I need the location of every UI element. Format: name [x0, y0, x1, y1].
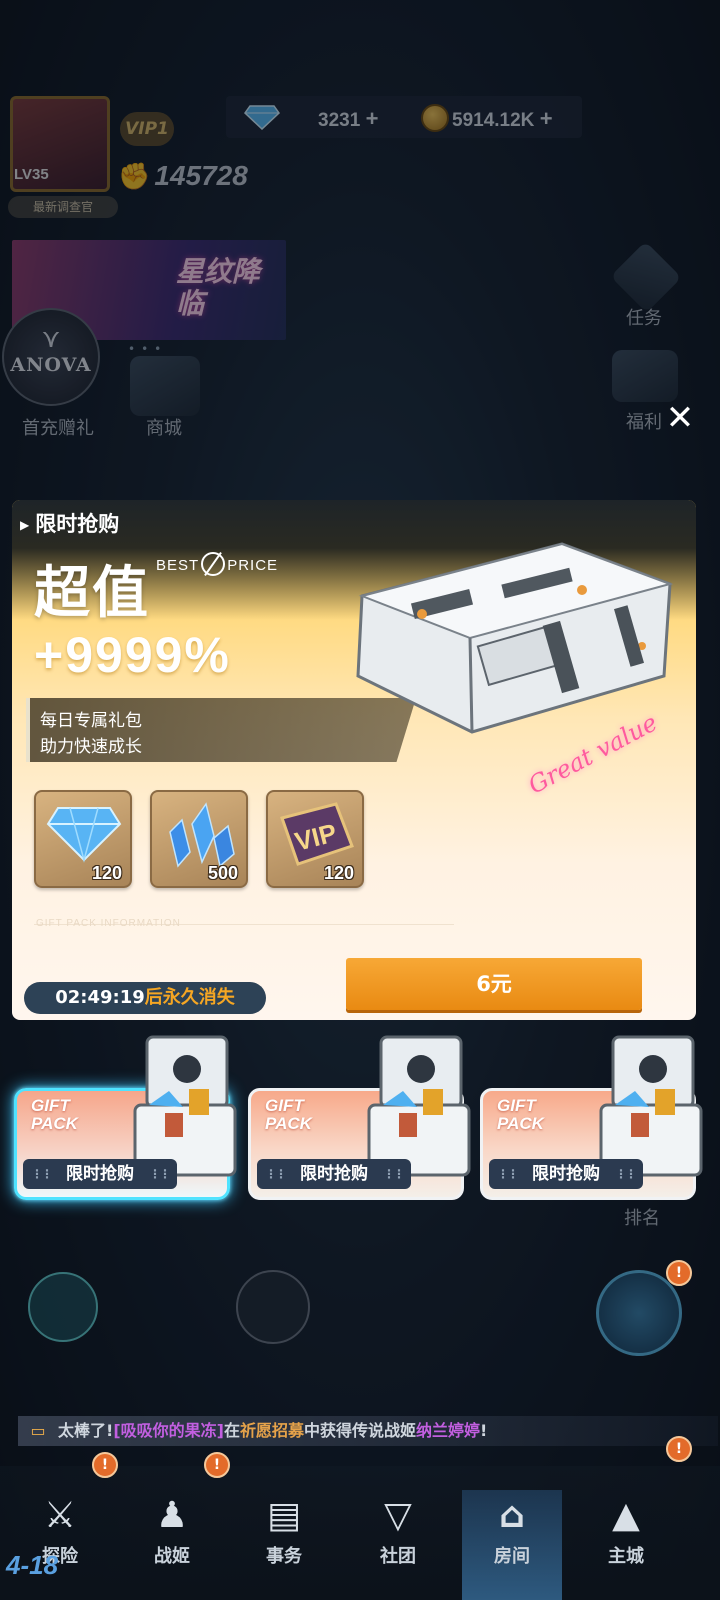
reward-item-vip[interactable]: VIP 120	[266, 790, 364, 888]
book-icon: ▤	[266, 1495, 301, 1536]
close-icon[interactable]: ✕	[662, 401, 698, 438]
nav-warmaidens[interactable]: ♟ 战姬	[122, 1490, 222, 1568]
stage-indicator: 4-18	[6, 1550, 59, 1580]
notification-badge: !	[666, 1260, 692, 1286]
description-line-1: 每日专属礼包	[40, 711, 142, 731]
notification-badge: !	[666, 1436, 692, 1462]
triangle-icon: ▶	[20, 518, 30, 532]
bonus-percent: +9999%	[34, 627, 231, 683]
countdown-timer: 02:49:19后永久消失	[24, 982, 266, 1014]
pack-tab-1[interactable]: GIFTPACK 限时抢购	[14, 1035, 237, 1200]
gift-pack-tag: GIFT PACK	[31, 1096, 78, 1133]
pack-tab-label: 限时抢购	[257, 1159, 411, 1189]
monitor-icon: ▭	[30, 1421, 46, 1440]
buy-button[interactable]: 6元	[346, 958, 642, 1010]
pack-tab-2[interactable]: GIFTPACK 限时抢购	[248, 1035, 471, 1200]
best-price-tag: BEST PRICE	[156, 552, 278, 576]
gift-pack-tag: GIFT PACK	[497, 1096, 544, 1133]
countdown-value: 02:49:19	[55, 987, 145, 1008]
reward-item-crystal[interactable]: 500	[150, 790, 248, 888]
crossed-swords-icon: ⚔	[43, 1495, 77, 1536]
supply-chest-icon	[356, 542, 674, 734]
announcement-ticker: ▭ 太棒了![吸吸你的果冻]在祈愿招募中获得传说战姬纳兰婷婷!	[18, 1416, 718, 1446]
reward-qty: 500	[207, 863, 238, 883]
gift-pack-info-label: GIFT PACK INFORMATION	[36, 918, 181, 929]
team-icon: ♟	[155, 1495, 189, 1536]
game-screen: LV35 最新调查官 VIP1 ✊ 145728 3231 + 5914.12K …	[0, 0, 720, 1600]
reward-qty: 120	[323, 863, 354, 883]
nav-main-city[interactable]: ▲ 主城	[576, 1490, 676, 1568]
crystal-shards-icon	[169, 802, 235, 868]
countdown-suffix: 后永久消失	[144, 987, 235, 1008]
pack-tab-label: 限时抢购	[23, 1159, 177, 1189]
house-icon: ⌂	[499, 1495, 525, 1536]
pack-tab-3[interactable]: GIFTPACK 限时抢购	[480, 1035, 703, 1200]
reward-item-diamond[interactable]: 120	[34, 790, 132, 888]
nav-club[interactable]: ▽ 社团	[348, 1490, 448, 1568]
notification-badge: !	[92, 1452, 118, 1478]
emblem-icon: ▽	[384, 1495, 412, 1536]
vip-ticket-icon: VIP	[280, 802, 354, 866]
nav-room[interactable]: ⌂ 房间	[462, 1490, 562, 1600]
headline: 超值	[34, 561, 150, 626]
nav-affairs[interactable]: ▤ 事务	[234, 1490, 334, 1568]
reward-qty: 120	[91, 863, 122, 883]
diamond-icon	[46, 807, 122, 863]
notification-badge: !	[204, 1452, 230, 1478]
description-line-2: 助力快速成长	[40, 737, 142, 757]
pack-tab-label: 限时抢购	[489, 1159, 643, 1189]
city-icon: ▲	[612, 1495, 640, 1536]
section-title: ▶ 限时抢购	[20, 512, 120, 536]
gift-pack-tag: GIFT PACK	[265, 1096, 312, 1133]
